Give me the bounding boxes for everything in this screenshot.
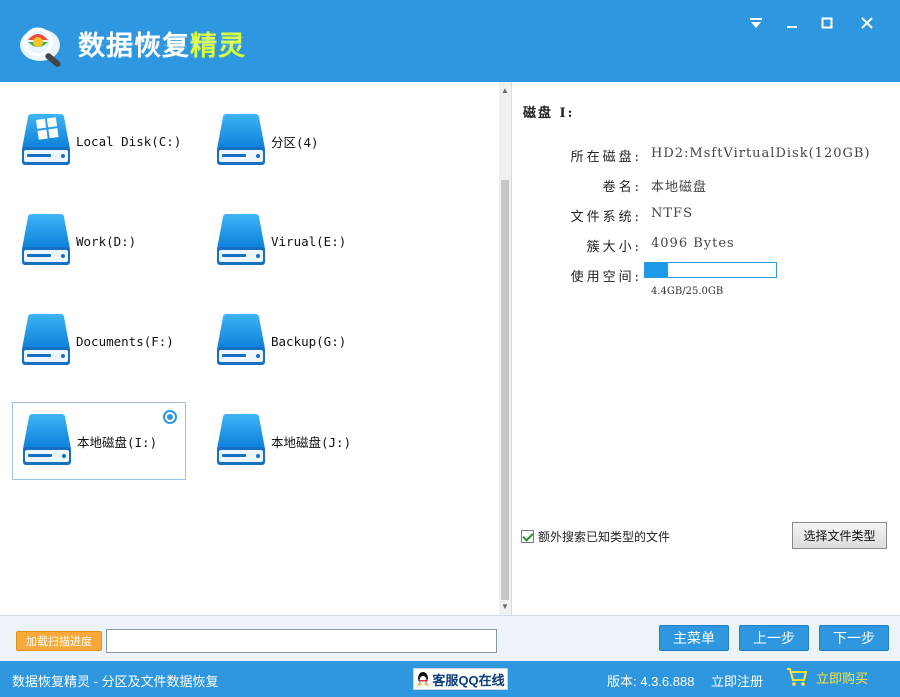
usage-text: 4.4GB/25.0GB (651, 286, 724, 297)
scroll-down-icon[interactable]: ▼ (499, 600, 511, 612)
drive-label: Virual(E:) (271, 233, 347, 249)
scroll-thumb[interactable] (501, 180, 509, 600)
drive-icon (12, 313, 72, 370)
usage-bar-fill (645, 263, 669, 277)
info-value: 4096 Bytes (651, 236, 735, 251)
qq-support-label: 客服QQ在线 (432, 672, 505, 688)
qq-penguin-icon (417, 672, 430, 686)
scroll-up-icon[interactable]: ▲ (499, 84, 511, 96)
info-key: 簇大小: (586, 240, 642, 255)
maximize-icon[interactable] (816, 12, 838, 34)
drive-tile[interactable]: 分区(4) (207, 102, 381, 180)
drive-label: 本地磁盘(I:) (77, 434, 158, 450)
info-key: 卷名: (602, 180, 642, 195)
menu-down-icon[interactable] (745, 12, 767, 34)
load-scan-progress-button[interactable]: 加载扫描进度 (16, 631, 102, 651)
drive-icon (207, 313, 267, 370)
drive-label: Work(D:) (76, 233, 137, 249)
info-value: NTFS (651, 206, 693, 221)
drive-icon (12, 213, 72, 270)
drive-tile[interactable]: Virual(E:) (207, 202, 381, 280)
drive-tile[interactable]: Local Disk(C:) (12, 102, 186, 180)
app-title-reflection: 数据恢复精灵 (78, 34, 246, 49)
select-file-type-button[interactable]: 选择文件类型 (792, 522, 887, 549)
info-key: 使用空间: (570, 270, 642, 285)
drive-list-scrollbar[interactable]: ▲ ▼ (499, 82, 511, 615)
scan-progress-field[interactable] (106, 629, 497, 653)
drive-tile[interactable]: 本地磁盘(I:) (12, 402, 186, 480)
usage-bar (644, 262, 777, 278)
drive-label: 分区(4) (271, 134, 319, 150)
drive-label: 本地磁盘(J:) (271, 434, 352, 450)
drive-tile[interactable]: Work(D:) (12, 202, 186, 280)
info-row-volume: 卷名: 本地磁盘 (512, 176, 900, 196)
prev-step-button[interactable]: 上一步 (739, 625, 809, 651)
disk-info-pane: 磁盘 I: 所在磁盘: HD2:MsftVirtualDisk(120GB) 卷… (512, 82, 900, 615)
status-bar: 数据恢复精灵 - 分区及文件数据恢复 客服QQ在线 版本: 4.3.6.888 … (0, 661, 900, 697)
info-row-disk: 所在磁盘: HD2:MsftVirtualDisk(120GB) (512, 146, 900, 166)
register-link[interactable]: 立即注册 (711, 671, 763, 690)
info-key: 所在磁盘: (570, 150, 642, 165)
drive-icon (207, 113, 267, 170)
next-step-button[interactable]: 下一步 (819, 625, 889, 651)
drive-icon (207, 213, 267, 270)
info-key: 文件系统: (570, 210, 642, 225)
main-menu-button[interactable]: 主菜单 (659, 625, 729, 651)
cart-icon (787, 668, 808, 686)
buy-now-button[interactable]: 立即购买 (786, 667, 868, 687)
close-icon[interactable] (856, 12, 878, 34)
drive-icon (207, 413, 267, 470)
disk-heading: 磁盘 I: (523, 106, 575, 121)
info-value: 本地磁盘 (651, 180, 708, 195)
extra-search-option[interactable]: 额外搜索已知类型的文件 (521, 528, 670, 545)
drive-label: Documents(F:) (76, 333, 174, 349)
buy-now-label: 立即购买 (816, 670, 869, 686)
app-logo-icon (20, 27, 61, 67)
drive-label: Local Disk(C:) (76, 133, 182, 149)
selected-radio-icon[interactable] (163, 410, 177, 424)
version-text: 版本: 4.3.6.888 (607, 674, 695, 689)
extra-search-checkbox[interactable] (521, 530, 534, 543)
extra-search-label: 额外搜索已知类型的文件 (538, 530, 671, 544)
drive-tile[interactable]: 本地磁盘(J:) (207, 402, 381, 480)
info-value: HD2:MsftVirtualDisk(120GB) (651, 146, 871, 161)
qq-support-button[interactable]: 客服QQ在线 (413, 668, 508, 690)
info-row-cluster: 簇大小: 4096 Bytes (512, 236, 900, 256)
status-app-name: 数据恢复精灵 - 分区及文件数据恢复 (12, 674, 219, 689)
drive-tile[interactable]: Backup(G:) (207, 302, 381, 380)
title-bar: 数据恢复精灵 数据恢复精灵 (0, 0, 900, 82)
info-row-filesystem: 文件系统: NTFS (512, 206, 900, 226)
minimize-icon[interactable] (781, 12, 803, 34)
drive-label: Backup(G:) (271, 333, 347, 349)
drive-tile[interactable]: Documents(F:) (12, 302, 186, 380)
bottom-toolbar: 加载扫描进度 主菜单 上一步 下一步 (0, 615, 900, 661)
drive-icon (13, 413, 73, 470)
windows-drive-icon (12, 113, 72, 170)
drive-list-pane: Local Disk(C:) 分区(4) Work(D:) Virual(E:) Doc… (0, 82, 512, 615)
